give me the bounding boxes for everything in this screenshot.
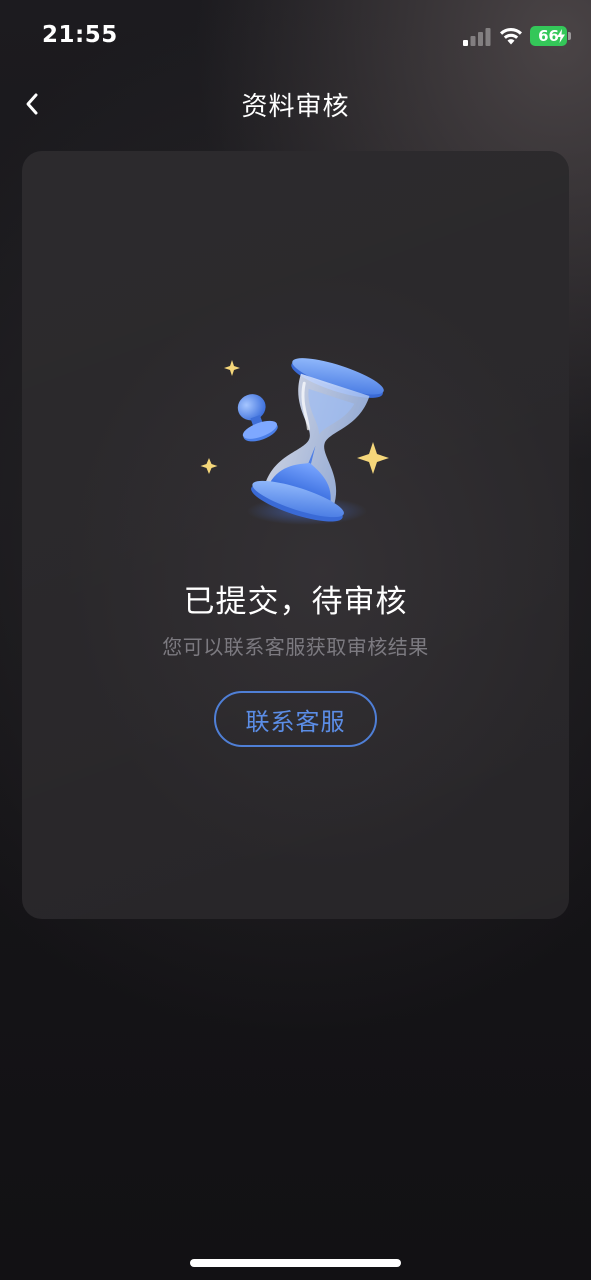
review-status-title: 已提交，待审核: [183, 584, 408, 620]
charging-bolt-icon: [557, 29, 565, 43]
status-bar: 21:55 66: [0, 0, 591, 72]
battery-level: 66: [538, 26, 559, 45]
review-status-card: 已提交，待审核 您可以联系客服获取审核结果 联系客服: [22, 151, 569, 919]
home-indicator[interactable]: [190, 1259, 401, 1267]
contact-support-button[interactable]: 联系客服: [214, 691, 377, 747]
hourglass-stamp-icon: [200, 358, 389, 525]
battery-icon: 66: [530, 26, 567, 46]
cellular-signal-icon: [463, 28, 491, 46]
nav-bar: 资料审核: [0, 72, 591, 136]
wifi-icon: [500, 28, 522, 45]
status-time: 21:55: [42, 22, 118, 48]
battery-cap: [568, 32, 571, 40]
page-title: 资料审核: [241, 92, 350, 122]
review-status-subtitle: 您可以联系客服获取审核结果: [162, 635, 429, 659]
